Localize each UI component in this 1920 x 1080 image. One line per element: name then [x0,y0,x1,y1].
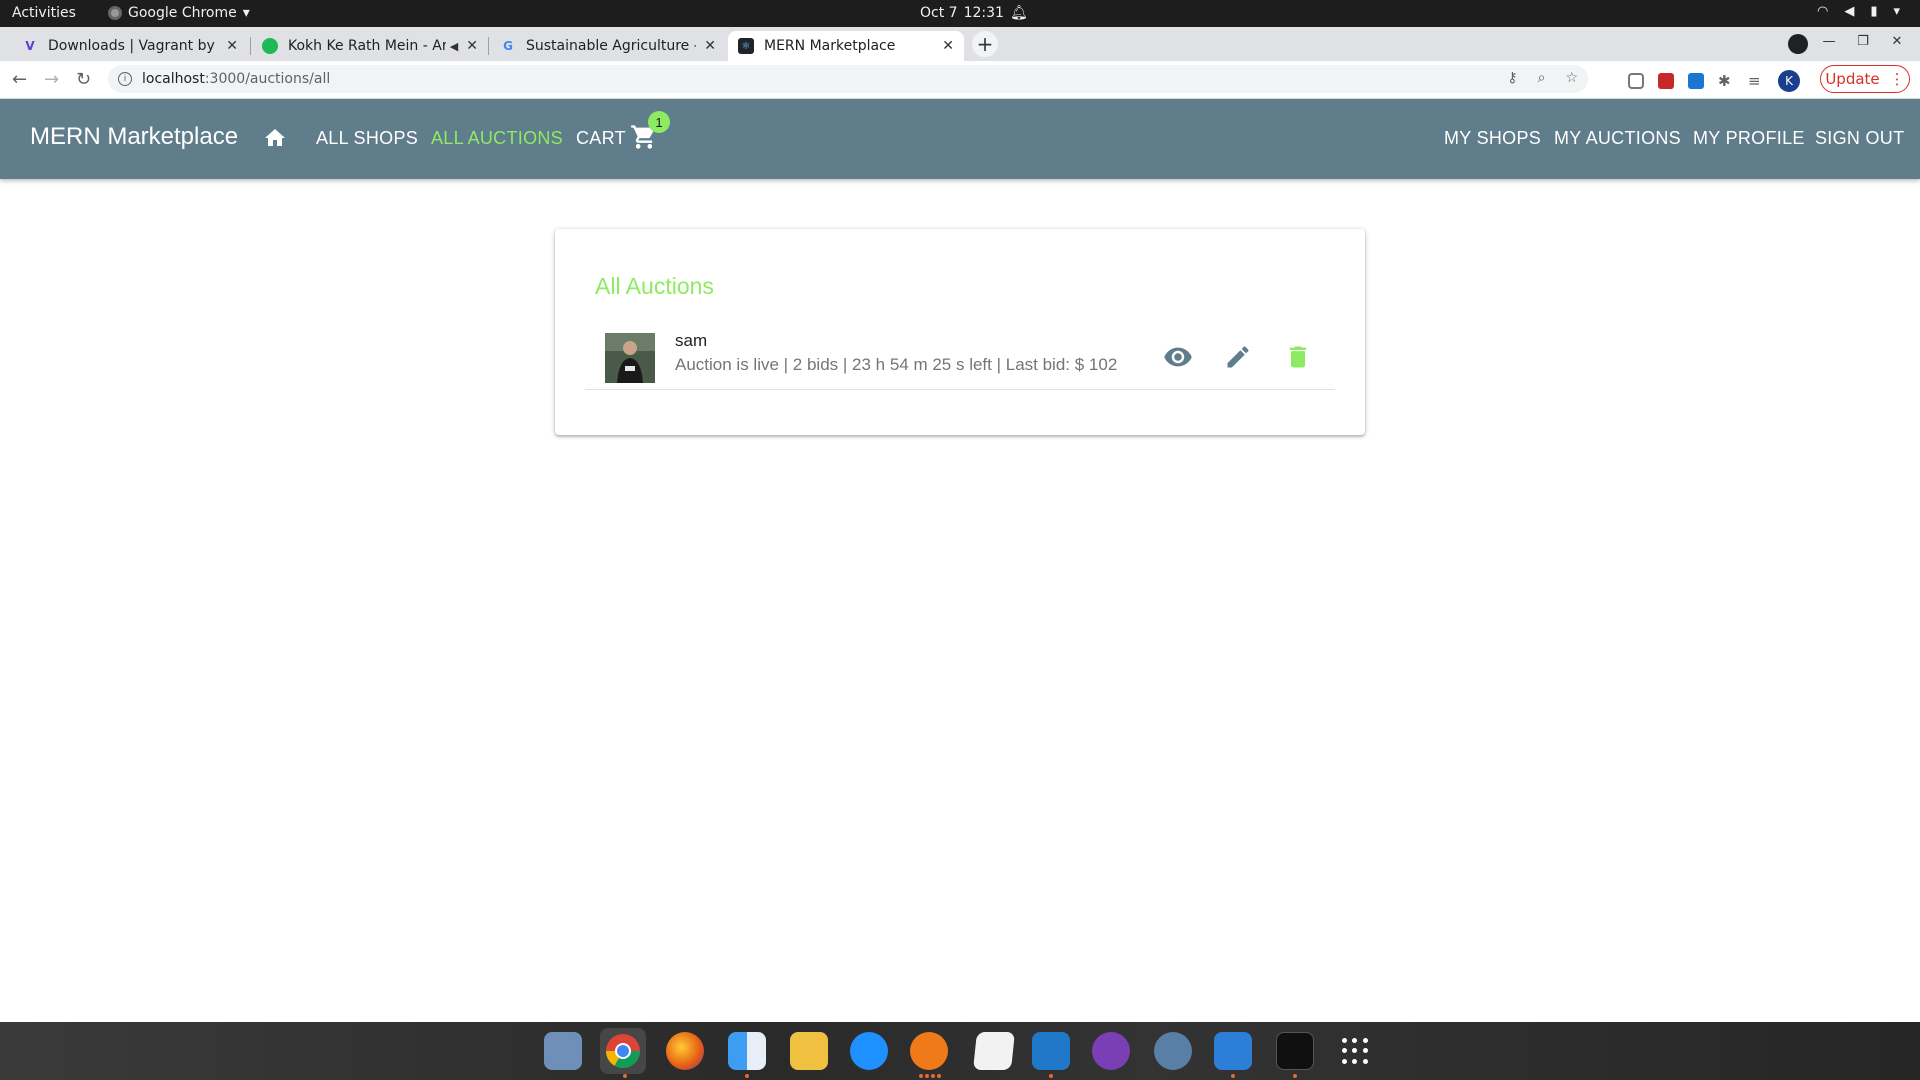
reload-icon[interactable]: ↻ [76,69,91,90]
maximize-icon[interactable]: ❐ [1846,34,1880,49]
browser-toolbar: ← → ↻ i localhost:3000/auctions/all ⚷ ⌕ … [0,61,1920,99]
spotify-icon [262,38,278,54]
puzzle-icon[interactable]: ✱ [1718,73,1734,89]
clock-date: Oct 7 [920,5,958,21]
zoom-icon[interactable]: ⌕ [1538,70,1546,86]
tab-title: Downloads | Vagrant by H [48,38,219,54]
caret-down-icon: ▾ [242,5,250,21]
dock-github-icon[interactable] [1092,1032,1130,1070]
auction-status: Auction is live | 2 bids | 23 h 54 m 25 … [675,355,1118,374]
info-icon[interactable]: i [118,72,132,86]
minimize-icon[interactable]: — [1812,34,1846,49]
auction-avatar [605,333,655,383]
tab-google[interactable]: G Sustainable Agriculture - ( ✕ [490,31,726,61]
brand-title: MERN Marketplace [30,123,239,150]
camera-icon[interactable] [1628,73,1644,89]
trash-icon [1289,346,1307,368]
system-tray[interactable]: ◠ ◀︎ ▮ ▾ [1817,4,1900,19]
update-button[interactable]: Update ⋮ [1820,65,1910,93]
dock-books-icon[interactable] [910,1032,948,1070]
battery-icon: ▮ [1870,4,1878,19]
nav-sign-out[interactable]: SIGN OUT [1815,128,1904,149]
auction-name: sam [675,331,708,350]
dock-terminal-icon[interactable] [1276,1032,1314,1070]
nav-my-profile[interactable]: MY PROFILE [1693,128,1805,149]
address-bar[interactable]: i localhost:3000/auctions/all ⚷ ⌕ ☆ [108,65,1588,93]
chevron-down-icon: ▾ [1893,4,1900,19]
google-icon: G [503,39,513,53]
auctions-card: All Auctions sam Auction is live | 2 bid… [555,229,1365,435]
nav-my-shops[interactable]: MY SHOPS [1444,128,1541,149]
dock-app-store-icon[interactable] [850,1032,888,1070]
cart-count-badge: 1 [648,111,670,133]
react-icon: ⚛ [738,38,754,54]
tab-title: MERN Marketplace [764,38,896,54]
system-top-bar: Activities Google Chrome ▾ Oct 7 12:31 🔔… [0,0,1920,27]
forward-icon[interactable]: → [44,69,59,90]
nav-all-shops[interactable]: ALL SHOPS [316,128,418,149]
nav-all-auctions[interactable]: ALL AUCTIONS [431,128,563,149]
profile-avatar[interactable]: K [1778,70,1800,92]
edit-button[interactable] [1222,341,1254,373]
close-icon[interactable]: ✕ [226,38,238,54]
url-path: :3000/auctions/all [204,71,331,87]
pencil-icon [1227,346,1249,368]
vagrant-icon: V [25,39,35,53]
dock-finder-icon[interactable] [728,1032,766,1070]
wifi-icon: ◠ [1816,4,1829,19]
extension-blue-icon[interactable] [1688,73,1704,89]
bell-icon: 🔔︎ [1009,5,1028,21]
dock [0,1022,1920,1080]
chrome-icon [108,6,122,20]
dock-notes-icon[interactable] [790,1032,828,1070]
new-tab-button[interactable]: + [972,31,998,57]
close-icon[interactable]: ✕ [704,38,716,54]
clock-time: 12:31 [963,5,1004,21]
close-icon[interactable]: ✕ [466,38,478,54]
extension-red-icon[interactable] [1658,73,1674,89]
eye-icon [1164,347,1192,367]
nav-my-auctions[interactable]: MY AUCTIONS [1554,128,1681,149]
update-label: Update [1825,70,1880,88]
tab-search-icon[interactable] [1788,34,1808,54]
dock-firefox-icon[interactable] [666,1032,704,1070]
tab-title: Sustainable Agriculture - ( [526,38,697,54]
page-title: All Auctions [595,273,714,299]
tab-title: Kokh Ke Rath Mein - Ar [288,38,446,54]
dock-system-monitor-icon[interactable] [1214,1032,1252,1070]
tab-strip: V Downloads | Vagrant by H ✕ Kokh Ke Rat… [0,27,1920,61]
show-applications-icon[interactable] [1342,1038,1368,1064]
url-host: localhost [142,71,205,87]
tab-vagrant[interactable]: V Downloads | Vagrant by H ✕ [12,31,248,61]
reading-list-icon[interactable]: ≡ [1748,73,1764,89]
auction-list-item[interactable]: sam Auction is live | 2 bids | 23 h 54 m… [585,324,1335,390]
dock-vscode-icon[interactable] [1032,1032,1070,1070]
speaker-icon[interactable]: ◀︎ [450,40,458,53]
activities-button[interactable]: Activities [12,5,76,21]
dock-image-viewer-icon[interactable] [544,1032,582,1070]
window-controls: — ❐ ✕ [1812,34,1914,49]
star-icon[interactable]: ☆ [1565,70,1578,86]
close-window-icon[interactable]: ✕ [1880,34,1914,49]
tab-mern-marketplace[interactable]: ⚛ MERN Marketplace ✕ [728,31,964,61]
back-icon[interactable]: ← [12,69,27,90]
app-menu[interactable]: Google Chrome ▾ [108,5,250,21]
clock[interactable]: Oct 7 12:31 🔔︎ [920,5,1028,21]
home-icon[interactable] [262,126,288,150]
more-vert-icon: ⋮ [1889,70,1905,88]
app-name: Google Chrome [128,5,237,21]
close-icon[interactable]: ✕ [942,38,954,54]
extensions-area: ✱ ≡ K [1628,70,1800,92]
dock-chrome-icon[interactable] [600,1028,646,1074]
dock-text-editor-icon[interactable] [973,1032,1015,1070]
dock-postgres-icon[interactable] [1154,1032,1192,1070]
volume-icon: ◀︎ [1844,4,1855,19]
delete-button[interactable] [1282,341,1314,373]
view-button[interactable] [1162,341,1194,373]
nav-cart[interactable]: CART [576,128,626,149]
app-bar: MERN Marketplace ALL SHOPS ALL AUCTIONS … [0,99,1920,179]
key-icon[interactable]: ⚷ [1507,70,1517,86]
tab-spotify[interactable]: Kokh Ke Rath Mein - Ar ◀︎ ✕ [252,31,488,61]
